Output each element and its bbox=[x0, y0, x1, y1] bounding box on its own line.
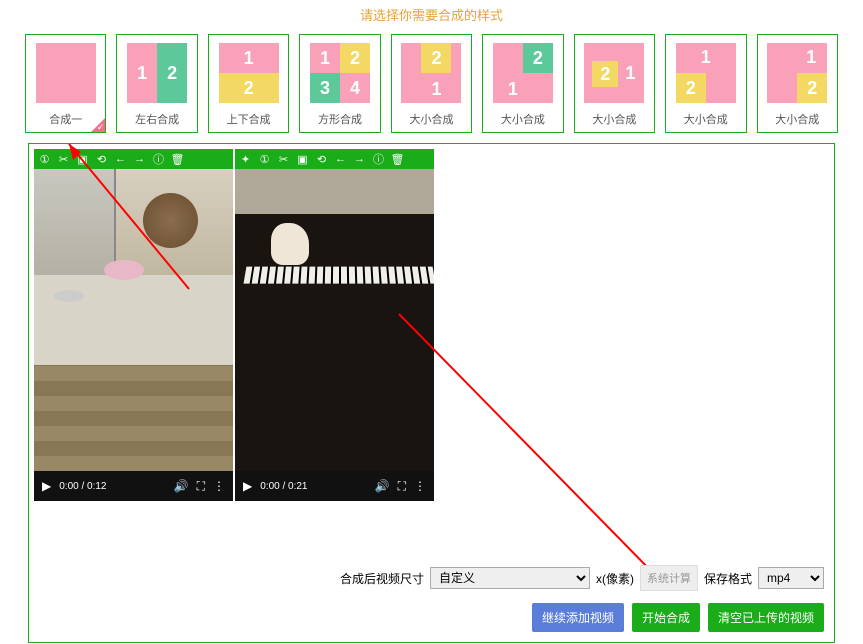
time-display: 0:00 / 0:21 bbox=[260, 481, 366, 492]
template-cell: 1 bbox=[622, 65, 638, 81]
template-cell: 1 bbox=[310, 43, 340, 73]
tool-btn-6[interactable]: → bbox=[351, 151, 368, 168]
volume-icon[interactable]: 🔊 bbox=[375, 479, 390, 493]
template-cell: 2 bbox=[421, 43, 451, 73]
template-cell: 1 bbox=[219, 43, 279, 73]
template-cell: 1 bbox=[696, 47, 716, 67]
controls-row1: 合成后视频尺寸 自定义 x(像素) 系统计算 保存格式 mp4 bbox=[39, 565, 824, 591]
template-preview: 21 bbox=[676, 43, 736, 103]
video-box-1: ✦①✂▣⟲←→ⓘ🗑 ▶ 0:00 / 0:21 🔊 ⛶ ⋮ bbox=[235, 149, 434, 501]
template-cell: 1 bbox=[801, 47, 821, 67]
template-card-6[interactable]: 21 大小合成 bbox=[574, 34, 655, 133]
template-card-3[interactable]: 1234 方形合成 bbox=[299, 34, 380, 133]
template-card-5[interactable]: 21 大小合成 bbox=[482, 34, 563, 133]
template-card-2[interactable]: 12 上下合成 bbox=[208, 34, 289, 133]
add-video-button[interactable]: 继续添加视频 bbox=[532, 603, 624, 632]
save-format-select[interactable]: mp4 bbox=[758, 567, 824, 589]
template-preview: 21 bbox=[493, 43, 553, 103]
template-preview: 21 bbox=[767, 43, 827, 103]
controls-row2: 继续添加视频 开始合成 清空已上传的视频 bbox=[39, 603, 824, 632]
template-cell: 4 bbox=[340, 73, 370, 103]
start-compose-button[interactable]: 开始合成 bbox=[632, 603, 700, 632]
video-box-0: ①✂▣⟲←→ⓘ🗑 ▶ 0:00 / 0:12 🔊 ⛶ ⋮ bbox=[34, 149, 233, 501]
template-cell: 2 bbox=[676, 73, 706, 103]
save-format-label: 保存格式 bbox=[704, 570, 752, 587]
time-display: 0:00 / 0:12 bbox=[59, 481, 165, 492]
tool-btn-2[interactable]: ▣ bbox=[74, 151, 91, 168]
size-select[interactable]: 自定义 bbox=[430, 567, 590, 589]
template-label: 大小合成 bbox=[592, 111, 636, 127]
template-preview: 12 bbox=[127, 43, 187, 103]
tool-btn-6[interactable]: ⓘ bbox=[150, 151, 167, 168]
video-toolbar: ①✂▣⟲←→ⓘ🗑 bbox=[34, 149, 233, 169]
header-title: 请选择你需要合成的样式 bbox=[0, 0, 863, 34]
template-label: 上下合成 bbox=[227, 111, 271, 127]
template-card-0[interactable]: 合成一 bbox=[25, 34, 106, 133]
template-label: 大小合成 bbox=[501, 111, 545, 127]
tool-btn-1[interactable]: ① bbox=[256, 151, 273, 168]
template-cell: 1 bbox=[426, 79, 446, 99]
template-cell: 1 bbox=[503, 79, 523, 99]
more-icon[interactable]: ⋮ bbox=[213, 479, 225, 493]
template-cell: 2 bbox=[340, 43, 370, 73]
template-card-4[interactable]: 21大小合成 bbox=[391, 34, 472, 133]
template-cell: 2 bbox=[157, 43, 187, 103]
template-label: 大小合成 bbox=[775, 111, 819, 127]
template-label: 大小合成 bbox=[409, 111, 453, 127]
template-preview: 12 bbox=[219, 43, 279, 103]
tool-btn-8[interactable]: 🗑 bbox=[389, 151, 406, 168]
main-panel: ①✂▣⟲←→ⓘ🗑▶0:00 / 0:12🔊⛶⋮✦①✂▣⟲←→ⓘ🗑▶0:00 / … bbox=[28, 143, 835, 643]
sys-calc-button[interactable]: 系统计算 bbox=[640, 565, 698, 591]
play-icon[interactable]: ▶ bbox=[42, 479, 51, 493]
template-cell: 2 bbox=[219, 73, 279, 103]
template-preview: 1234 bbox=[310, 43, 370, 103]
tool-btn-3[interactable]: ⟲ bbox=[93, 151, 110, 168]
template-cell: 3 bbox=[310, 73, 340, 103]
fullscreen-icon[interactable]: ⛶ bbox=[398, 479, 406, 494]
more-icon[interactable]: ⋮ bbox=[414, 479, 426, 493]
tool-btn-7[interactable]: ⓘ bbox=[370, 151, 387, 168]
template-label: 左右合成 bbox=[135, 111, 179, 127]
fullscreen-icon[interactable]: ⛶ bbox=[197, 479, 205, 494]
template-cell: 2 bbox=[797, 73, 827, 103]
video-toolbar: ✦①✂▣⟲←→ⓘ🗑 bbox=[235, 149, 434, 169]
tool-btn-7[interactable]: 🗑 bbox=[169, 151, 186, 168]
tool-btn-2[interactable]: ✂ bbox=[275, 151, 292, 168]
tool-btn-5[interactable]: → bbox=[131, 151, 148, 168]
video-controls: ▶ 0:00 / 0:21 🔊 ⛶ ⋮ bbox=[235, 471, 434, 501]
size-label: 合成后视频尺寸 bbox=[340, 570, 424, 587]
template-preview bbox=[36, 43, 96, 103]
template-label: 方形合成 bbox=[318, 111, 362, 127]
template-cell: 2 bbox=[592, 61, 618, 87]
template-cell bbox=[36, 43, 96, 103]
tool-btn-1[interactable]: ✂ bbox=[55, 151, 72, 168]
template-cell: 1 bbox=[127, 43, 157, 103]
px-label: x(像素) bbox=[596, 570, 634, 587]
tool-btn-5[interactable]: ← bbox=[332, 151, 349, 168]
template-label: 大小合成 bbox=[684, 111, 728, 127]
template-card-8[interactable]: 21大小合成 bbox=[757, 34, 838, 133]
tool-btn-0[interactable]: ✦ bbox=[237, 151, 254, 168]
video-controls: ▶ 0:00 / 0:12 🔊 ⛶ ⋮ bbox=[34, 471, 233, 501]
bottom-controls: 合成后视频尺寸 自定义 x(像素) 系统计算 保存格式 mp4 继续添加视频 开… bbox=[39, 565, 824, 632]
tool-btn-4[interactable]: ⟲ bbox=[313, 151, 330, 168]
template-preview: 21 bbox=[584, 43, 644, 103]
volume-icon[interactable]: 🔊 bbox=[174, 479, 189, 493]
template-preview: 21 bbox=[401, 43, 461, 103]
tool-btn-3[interactable]: ▣ bbox=[294, 151, 311, 168]
video-content[interactable] bbox=[34, 169, 233, 471]
template-card-7[interactable]: 21大小合成 bbox=[665, 34, 746, 133]
template-cell: 2 bbox=[523, 43, 553, 73]
template-row: 合成一12左右合成12上下合成1234方形合成21大小合成21大小合成21大小合… bbox=[0, 34, 863, 133]
play-icon[interactable]: ▶ bbox=[243, 479, 252, 493]
video-content[interactable] bbox=[235, 169, 434, 471]
tool-btn-0[interactable]: ① bbox=[36, 151, 53, 168]
clear-videos-button[interactable]: 清空已上传的视频 bbox=[708, 603, 824, 632]
video-area: ①✂▣⟲←→ⓘ🗑▶0:00 / 0:12🔊⛶⋮✦①✂▣⟲←→ⓘ🗑▶0:00 / … bbox=[34, 149, 829, 501]
tool-btn-4[interactable]: ← bbox=[112, 151, 129, 168]
template-card-1[interactable]: 12 左右合成 bbox=[116, 34, 197, 133]
template-label: 合成一 bbox=[49, 111, 82, 127]
